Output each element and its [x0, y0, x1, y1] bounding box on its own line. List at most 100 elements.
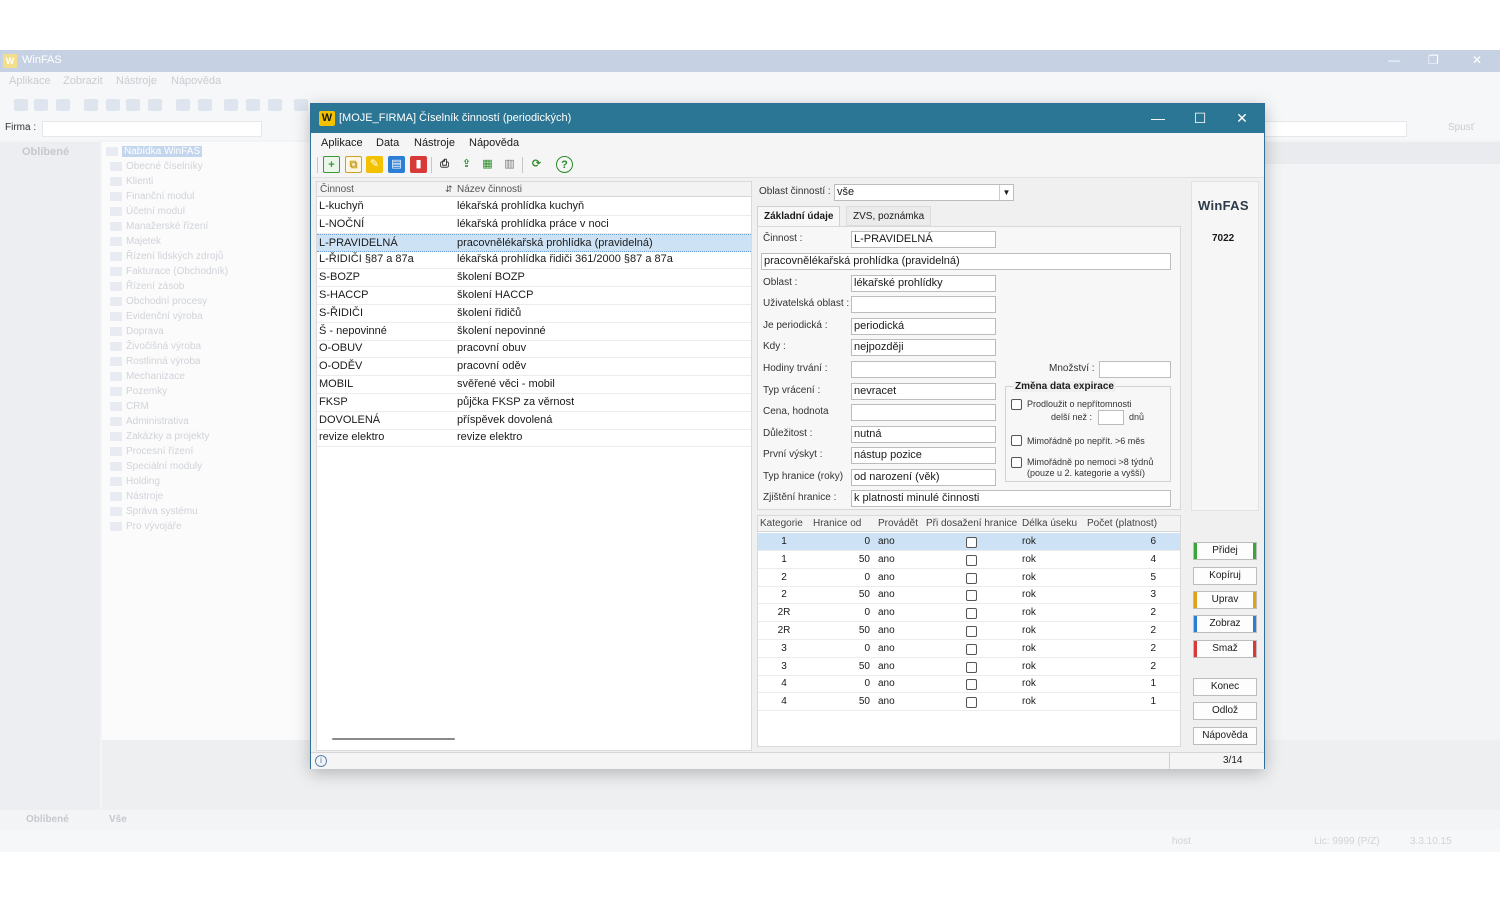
bg-tree-node[interactable]: Rostlinná výroba [110, 356, 200, 370]
table-row[interactable]: 3 0 ano rok 2 [758, 640, 1180, 658]
bg-tool-icon[interactable] [294, 99, 308, 111]
uprav-button[interactable]: Uprav [1193, 591, 1257, 609]
bg-forward-icon[interactable] [106, 99, 120, 111]
help-icon[interactable]: ? [556, 156, 573, 173]
minimize-icon[interactable]: — [1143, 108, 1173, 128]
table-row[interactable]: 4 0 ano rok 1 [758, 675, 1180, 694]
pri-dosazeni-checkbox[interactable] [966, 590, 977, 602]
col-pocet[interactable]: Počet (platnost) [1087, 518, 1157, 529]
bg-back-icon[interactable] [84, 99, 98, 111]
grid-icon[interactable]: ▦ [479, 156, 496, 173]
bg-tool-icon[interactable] [198, 99, 212, 111]
bg-tree-node[interactable]: Fakturace (Obchodník) [110, 266, 228, 280]
list-item[interactable]: FKSP půjčka FKSP za věrnost [317, 394, 751, 412]
table-row[interactable]: 2 50 ano rok 3 [758, 586, 1180, 605]
table-row[interactable]: 2R 0 ano rok 2 [758, 604, 1180, 623]
bg-tool-icon[interactable] [34, 99, 48, 111]
prvni-vyskyt-field[interactable]: nástup pozice [851, 447, 996, 464]
bg-tree-node[interactable]: Obchodní procesy [110, 296, 207, 310]
list-item[interactable]: L-PRAVIDELNÁ pracovnělékařská prohlídka (… [317, 233, 751, 252]
bg-tool-icon[interactable] [56, 99, 70, 111]
prodlouzit-checkbox[interactable] [1011, 399, 1022, 410]
bg-tree-node[interactable]: Administrativa [110, 416, 189, 430]
col-delka-useku[interactable]: Délka úseku [1022, 518, 1077, 529]
bg-tree-node[interactable]: CRM [110, 401, 149, 415]
bg-refresh-icon[interactable] [126, 99, 140, 111]
menu-napoveda[interactable]: Nápověda [469, 137, 519, 149]
bg-tool-icon[interactable] [246, 99, 260, 111]
pri-dosazeni-checkbox[interactable] [966, 554, 977, 566]
bg-minimize-icon[interactable]: — [1388, 53, 1400, 67]
col-provadet[interactable]: Provádět [878, 518, 918, 529]
bg-settings-icon[interactable] [268, 99, 282, 111]
add-icon[interactable]: + [323, 156, 340, 173]
mnozstvi-field[interactable] [1099, 361, 1171, 378]
bg-menu-nastroje[interactable]: Nástroje [116, 75, 157, 87]
copy-icon[interactable]: ⧉ [345, 156, 362, 173]
list-item[interactable]: O-OBUV pracovní obuv [317, 340, 751, 359]
table-row[interactable]: 1 50 ano rok 4 [758, 551, 1180, 569]
menu-data[interactable]: Data [376, 137, 399, 149]
bg-tool-icon[interactable] [176, 99, 190, 111]
list-item[interactable]: S-BOZP školení BOZP [317, 269, 751, 288]
list-item[interactable]: revize elektro revize elektro [317, 429, 751, 448]
odloz-button[interactable]: Odlož [1193, 702, 1257, 720]
bg-tree-node[interactable]: Speciální moduly [110, 461, 202, 475]
cena-field[interactable] [851, 404, 996, 421]
bg-tree-node[interactable]: Holding [110, 476, 160, 490]
bg-tree-node[interactable]: Pro vývojáře [110, 521, 182, 535]
view-icon[interactable]: ▤ [388, 156, 405, 173]
bg-tree-node[interactable]: Zakázky a projekty [110, 431, 209, 445]
cinnost-field[interactable]: L-PRAVIDELNÁ [851, 231, 996, 248]
bg-tree-node[interactable]: Klienti [110, 176, 153, 190]
bg-tree-node[interactable]: Správa systému [110, 506, 198, 520]
pri-dosazeni-checkbox[interactable] [966, 679, 977, 691]
bg-tree-node[interactable]: Finanční modul [110, 191, 194, 205]
mimoradne-nemoc-checkbox[interactable] [1011, 457, 1022, 468]
bg-tree-node[interactable]: Živočišná výroba [110, 341, 201, 355]
kdy-field[interactable]: nejpozději [851, 339, 996, 356]
list-item[interactable]: S-HACCP školení HACCP [317, 287, 751, 305]
list-item[interactable]: S-ŘIDIČI školení řidičů [317, 305, 751, 323]
typ-hranice-field[interactable]: od narození (věk) [851, 469, 996, 486]
pri-dosazeni-checkbox[interactable] [966, 661, 977, 673]
napoveda-button[interactable]: Nápověda [1193, 727, 1257, 745]
table-row[interactable]: 4 50 ano rok 1 [758, 693, 1180, 712]
delsi-nez-days-field[interactable] [1098, 410, 1124, 425]
horizontal-scrollbar[interactable] [332, 738, 455, 740]
col-nazev[interactable]: Název činnosti [457, 184, 522, 195]
smaz-button[interactable]: Smaž [1193, 640, 1257, 658]
bg-tree-node[interactable]: Procesní řízení [110, 446, 193, 460]
bg-tool-icon[interactable] [224, 99, 238, 111]
bg-restore-icon[interactable]: ❐ [1428, 53, 1439, 67]
list-item[interactable]: DOVOLENÁ příspěvek dovolená [317, 412, 751, 430]
konec-button[interactable]: Konec [1193, 678, 1257, 696]
col-hranice-od[interactable]: Hranice od [813, 518, 861, 529]
bg-tree-node[interactable]: Pozemky [110, 386, 167, 400]
bg-spust-button[interactable]: Spusť [1448, 122, 1475, 133]
col-cinnost[interactable]: Činnost [320, 184, 354, 195]
info-icon[interactable]: i [315, 755, 327, 767]
menu-aplikace[interactable]: Aplikace [321, 137, 363, 149]
bg-tree-node[interactable]: Doprava [110, 326, 164, 340]
col-kategorie[interactable]: Kategorie [760, 518, 803, 529]
edit-icon[interactable]: ✎ [366, 156, 383, 173]
nazev-field[interactable]: pracovnělékařská prohlídka (pravidelná) [761, 253, 1171, 270]
list-item[interactable]: L-kuchyň lékařská prohlídka kuchyň [317, 198, 751, 216]
dulezitost-field[interactable]: nutná [851, 426, 996, 443]
zjisteni-hranice-field[interactable]: k platnosti minulé činnosti [851, 490, 1171, 507]
uzivatelska-oblast-field[interactable] [851, 296, 996, 313]
kopiruj-button[interactable]: Kopíruj [1193, 567, 1257, 585]
pri-dosazeni-checkbox[interactable] [966, 572, 977, 584]
mimoradne-nepritomnost-checkbox[interactable] [1011, 435, 1022, 446]
list-item[interactable]: MOBIL svěřené věci - mobil [317, 376, 751, 394]
bg-run-input[interactable] [1262, 121, 1407, 137]
table-row[interactable]: 2 0 ano rok 5 [758, 569, 1180, 587]
pridej-button[interactable]: Přidej [1193, 542, 1257, 560]
bg-tree-node[interactable]: Účetní modul [110, 206, 185, 220]
bg-tree-node[interactable]: Majetek [110, 236, 161, 250]
bg-tool-icon[interactable] [14, 99, 28, 111]
bg-tree-node[interactable]: Mechanizace [110, 371, 185, 385]
columns-icon[interactable]: ▥ [501, 156, 518, 173]
list-item[interactable]: Š - nepovinné školení nepovinné [317, 323, 751, 341]
